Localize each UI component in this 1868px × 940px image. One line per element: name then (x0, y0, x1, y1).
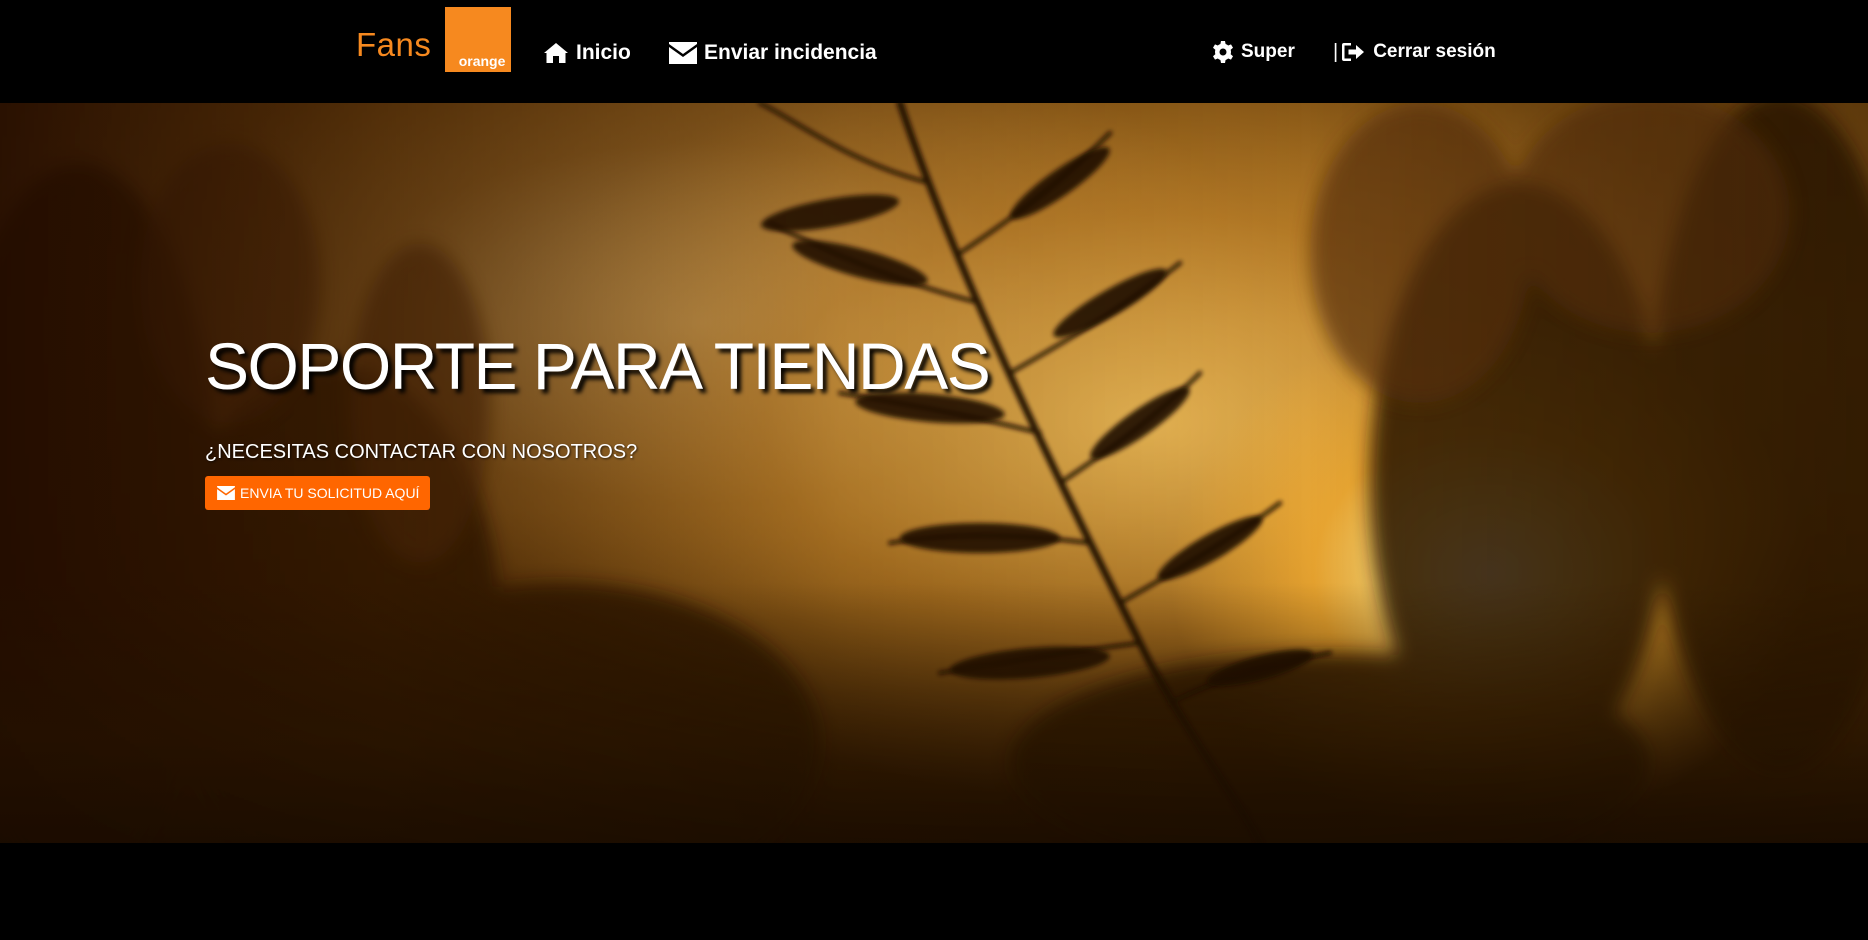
nav-logout-link[interactable]: | Cerrar sesión (1333, 37, 1496, 67)
brand-logo[interactable]: Fans orange (356, 7, 512, 73)
nav-user-link[interactable]: Super (1212, 37, 1295, 67)
nav-user-label: Super (1241, 41, 1295, 62)
send-request-button[interactable]: ENVIA TU SOLICITUD AQUÍ (205, 476, 430, 510)
nav-enviar-incidencia-label: Enviar incidencia (704, 41, 877, 64)
nav-separator: | (1333, 40, 1339, 63)
brand-name: Fans (356, 26, 432, 63)
nav-logout-label: Cerrar sesión (1373, 41, 1496, 62)
nav-enviar-incidencia-link[interactable]: Enviar incidencia (669, 38, 877, 68)
home-icon (544, 43, 568, 63)
send-request-label: ENVIA TU SOLICITUD AQUÍ (240, 485, 420, 501)
hero-subtitle: ¿NECESITAS CONTACTAR CON NOSOTROS? (205, 441, 638, 463)
hero-banner: SOPORTE PARA TIENDAS ¿NECESITAS CONTACTA… (0, 103, 1868, 843)
gear-icon (1213, 41, 1233, 63)
envelope-icon (217, 486, 235, 500)
nav-inicio-link[interactable]: Inicio (543, 38, 631, 68)
orange-logo: orange (445, 7, 512, 72)
nav-inicio-label: Inicio (576, 41, 631, 64)
top-navbar: Fans orange Inicio Enviar incidencia Sup… (0, 0, 1868, 103)
sign-out-icon (1342, 43, 1365, 61)
hero-bottom-shade (0, 583, 1868, 843)
orange-logo-text: orange (458, 53, 506, 69)
hero-title: SOPORTE PARA TIENDAS (205, 329, 991, 403)
envelope-icon (669, 42, 697, 64)
